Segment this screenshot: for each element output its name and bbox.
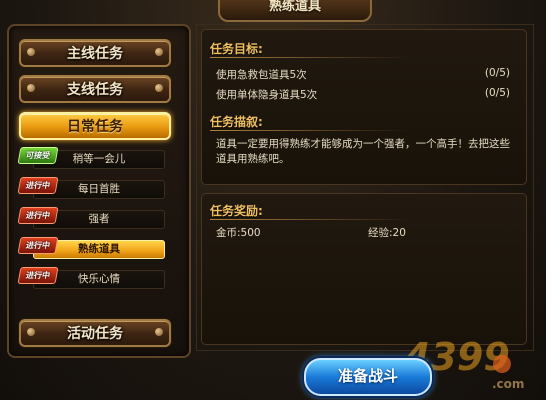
rivet-icon (155, 48, 163, 56)
tab-event-quest[interactable]: 活动任务 (19, 319, 171, 347)
quest-category-panel: 主线任务 支线任务 日常任务 稍等一会儿 可接受 每日首胜 进行中 强者 进行中… (7, 24, 191, 358)
goal-progress: (0/5) (484, 87, 510, 99)
tab-main-quest[interactable]: 主线任务 (19, 39, 171, 67)
description-text: 道具一定要用得熟练才能够成为一个强者，一个高手！去把这些道具用熟练吧。 (216, 138, 510, 165)
tab-daily-quest[interactable]: 日常任务 (19, 112, 171, 140)
quest-item[interactable]: 强者 进行中 (17, 207, 165, 229)
window-title: 熟练道具 (218, 0, 372, 22)
quest-status-badge: 可接受 (17, 147, 59, 164)
quest-status-badge: 进行中 (17, 207, 59, 224)
rivet-icon (27, 48, 35, 56)
quest-status-badge: 进行中 (17, 267, 59, 284)
quest-info-section: 任务目标: 使用急救包道具5次 (0/5) 使用单体隐身道具5次 (0/5) 任… (201, 29, 527, 185)
reward-heading: 任务奖励: (210, 204, 410, 220)
quest-status-badge: 进行中 (17, 177, 59, 194)
quest-item[interactable]: 快乐心情 进行中 (17, 267, 165, 289)
quest-window: 熟练道具 主线任务 支线任务 日常任务 稍等一会儿 可接受 每日首胜 进行中 强… (0, 0, 546, 400)
quest-item-selected[interactable]: 熟练道具 进行中 (17, 237, 165, 259)
goal-item: 使用单体隐身道具5次 (0/5) (216, 87, 510, 102)
quest-status-badge: 进行中 (17, 237, 59, 254)
reward-row: 金币:500 经验:20 (216, 225, 510, 240)
rivet-icon (155, 84, 163, 92)
watermark-suffix: .com (492, 377, 524, 391)
reward-gold: 金币:500 (216, 227, 261, 239)
quest-item[interactable]: 稍等一会儿 可接受 (17, 147, 165, 169)
goal-heading: 任务目标: (210, 42, 410, 58)
description-heading: 任务描叙: (210, 115, 410, 131)
tab-side-quest-label: 支线任务 (67, 82, 123, 98)
goal-text: 使用急救包道具5次 (216, 69, 307, 81)
rivet-icon (27, 328, 35, 336)
tab-daily-quest-label: 日常任务 (67, 119, 123, 135)
quest-detail-panel: 任务目标: 使用急救包道具5次 (0/5) 使用单体隐身道具5次 (0/5) 任… (196, 24, 534, 351)
quest-item[interactable]: 每日首胜 进行中 (17, 177, 165, 199)
reward-exp: 经验:20 (368, 227, 406, 239)
rivet-icon (27, 84, 35, 92)
tab-event-quest-label: 活动任务 (67, 326, 123, 342)
watermark-dot-icon (493, 355, 511, 373)
goal-progress: (0/5) (484, 67, 510, 79)
tab-side-quest[interactable]: 支线任务 (19, 75, 171, 103)
reward-section: 任务奖励: 金币:500 经验:20 (201, 193, 527, 345)
goal-text: 使用单体隐身道具5次 (216, 89, 318, 101)
rivet-icon (155, 328, 163, 336)
goal-item: 使用急救包道具5次 (0/5) (216, 67, 510, 82)
prepare-battle-button[interactable]: 准备战斗 (304, 358, 432, 396)
tab-main-quest-label: 主线任务 (67, 46, 123, 62)
